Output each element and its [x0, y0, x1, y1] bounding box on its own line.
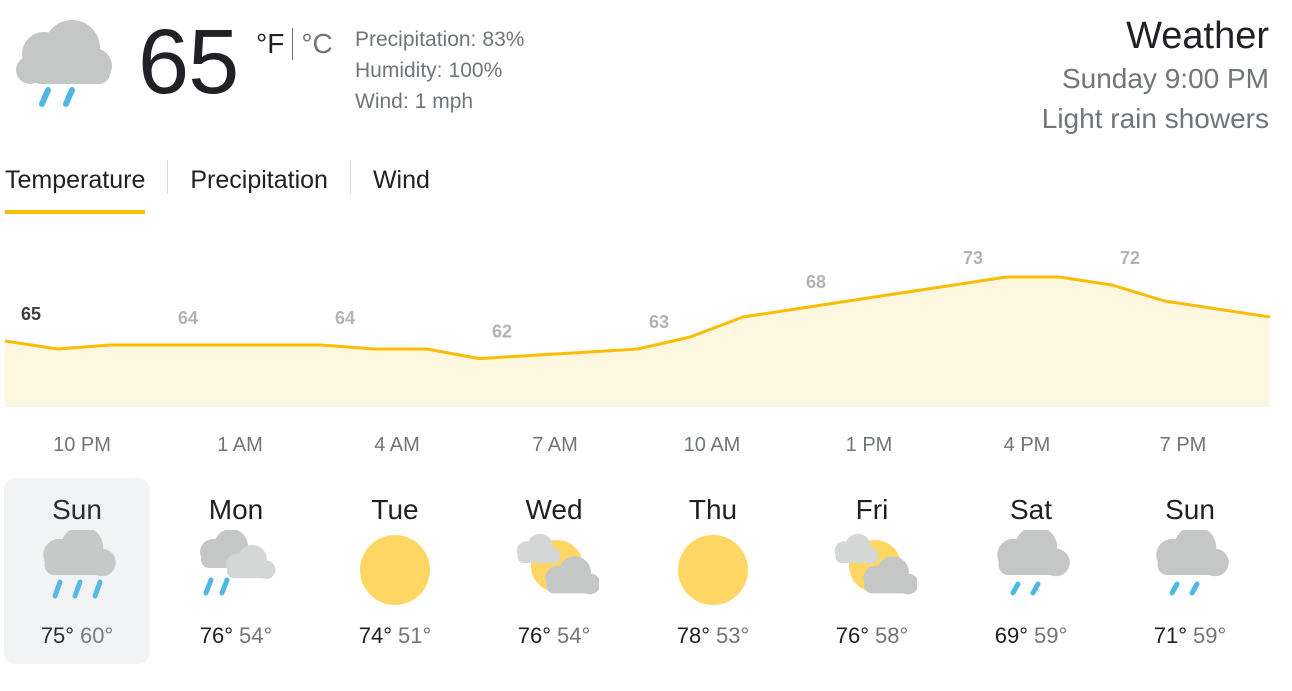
detail-label: Wind:	[355, 90, 409, 113]
sun-icon	[350, 530, 440, 610]
partly-cloudy-icon	[827, 530, 919, 610]
chart-point-label: 64	[178, 308, 198, 328]
tab-divider	[167, 160, 169, 194]
high-temperature: 75°	[40, 623, 74, 648]
low-temperature: 58°	[875, 623, 909, 648]
tab-divider	[349, 160, 351, 194]
temperature-chart[interactable]: 65 64 64 62 63 68 73 72 10 PM 1 AM 4 AM 7 AM 10 AM 1…	[0, 240, 1292, 470]
tab-temperature[interactable]: Temperature	[5, 158, 146, 214]
weather-details: Precipitation: 83% Humidity: 100% Wind: …	[355, 24, 524, 117]
forecast-day-sun[interactable]: Sun 75° 60°	[4, 478, 150, 664]
detail-label: Precipitation:	[355, 28, 477, 51]
unit-toggle: °F °C	[256, 26, 333, 62]
detail-value: 83%	[482, 28, 525, 51]
day-temperatures: 76° 58°	[799, 622, 945, 650]
page-title: Weather	[1126, 15, 1269, 57]
rain-clouds-icon	[191, 529, 281, 610]
forecast-day-fri[interactable]: Fri 76° 58°	[799, 478, 945, 664]
forecast-day-tue[interactable]: Tue 74° 51°	[322, 478, 468, 664]
condition-text: Light rain showers	[1041, 103, 1269, 134]
precipitation-detail: Precipitation: 83%	[355, 24, 524, 55]
partly-cloudy-icon	[509, 530, 601, 610]
unit-divider	[292, 28, 294, 60]
high-temperature: 78°	[676, 623, 710, 648]
chart-point-label: 64	[335, 308, 355, 328]
day-name: Tue	[371, 494, 419, 525]
day-name: Sat	[1009, 494, 1053, 525]
chart-tick-label: 7 PM	[1160, 434, 1207, 456]
sun-icon	[668, 530, 758, 610]
chart-tick-label: 1 PM	[846, 434, 893, 456]
fahrenheit-button[interactable]: °F	[256, 26, 284, 62]
chart-tick-label: 7 AM	[532, 434, 578, 456]
date-time: Sunday 9:00 PM	[1061, 63, 1269, 94]
day-name: Wed	[525, 494, 583, 525]
tab-wind[interactable]: Wind	[373, 158, 430, 214]
high-temperature: 76°	[517, 623, 551, 648]
day-temperatures: 71° 59°	[1117, 622, 1263, 650]
low-temperature: 59°	[1034, 623, 1068, 648]
forecast-day-sun[interactable]: Sun 71° 59°	[1117, 478, 1263, 664]
celsius-button[interactable]: °C	[301, 26, 332, 62]
day-temperatures: 75° 60°	[4, 622, 150, 650]
rain-cloud-icon	[32, 526, 122, 610]
low-temperature: 54°	[557, 623, 591, 648]
title-block: Weather Sunday 9:00 PM Light rain shower…	[1042, 14, 1269, 139]
detail-value: 100%	[448, 59, 503, 82]
current-weather-icon	[10, 14, 116, 114]
high-temperature: 74°	[358, 623, 392, 648]
forecast-day-wed[interactable]: Wed 76° 54°	[481, 478, 627, 664]
forecast-day-mon[interactable]: Mon 76° 54°	[163, 478, 309, 664]
chart-tabs: Temperature Precipitation Wind	[5, 156, 430, 216]
detail-value: 1 mph	[414, 90, 474, 113]
chart-point-label: 63	[649, 312, 669, 332]
low-temperature: 51°	[398, 623, 432, 648]
low-temperature: 59°	[1193, 623, 1227, 648]
day-name: Sun	[1165, 494, 1215, 525]
high-temperature: 71°	[1153, 623, 1187, 648]
high-temperature: 76°	[199, 623, 233, 648]
day-name: Thu	[688, 494, 738, 525]
forecast-day-thu[interactable]: Thu 78° 53°	[640, 478, 786, 664]
low-temperature: 54°	[239, 623, 273, 648]
chart-tick-label: 1 AM	[217, 434, 263, 456]
rain-cloud-icon	[16, 20, 112, 107]
forecast-day-sat[interactable]: Sat 69° 59°	[958, 478, 1104, 664]
day-temperatures: 74° 51°	[322, 622, 468, 650]
high-temperature: 69°	[994, 623, 1028, 648]
humidity-detail: Humidity: 100%	[355, 55, 524, 86]
chart-tick-label: 10 PM	[53, 434, 111, 456]
high-temperature: 76°	[835, 623, 869, 648]
low-temperature: 53°	[716, 623, 750, 648]
day-temperatures: 69° 59°	[958, 622, 1104, 650]
day-temperatures: 76° 54°	[163, 622, 309, 650]
day-temperatures: 76° 54°	[481, 622, 627, 650]
chart-point-label: 65	[21, 304, 41, 324]
day-temperatures: 78° 53°	[640, 622, 786, 650]
day-name: Mon	[208, 494, 264, 525]
chart-area	[5, 277, 1270, 407]
low-temperature: 60°	[80, 623, 114, 648]
chart-tick-label: 4 PM	[1004, 434, 1051, 456]
chart-point-label: 68	[806, 272, 826, 292]
tab-precipitation[interactable]: Precipitation	[190, 158, 328, 214]
current-temperature: 65	[138, 11, 239, 113]
light-rain-cloud-icon	[986, 526, 1076, 610]
chart-tick-label: 4 AM	[374, 434, 420, 456]
chart-tick-label: 10 AM	[684, 434, 741, 456]
chart-point-label: 73	[963, 248, 983, 268]
chart-point-label: 62	[492, 322, 512, 342]
day-name: Fri	[855, 494, 889, 525]
light-rain-cloud-icon	[1145, 526, 1235, 610]
chart-point-label: 72	[1120, 248, 1140, 268]
detail-label: Humidity:	[355, 59, 443, 82]
daily-forecast: Sun 75° 60° Mon 76° 54° Tue 74° 51° Wed 76° 54° T…	[0, 478, 1292, 668]
day-name: Sun	[52, 494, 102, 525]
wind-detail: Wind: 1 mph	[355, 86, 524, 117]
